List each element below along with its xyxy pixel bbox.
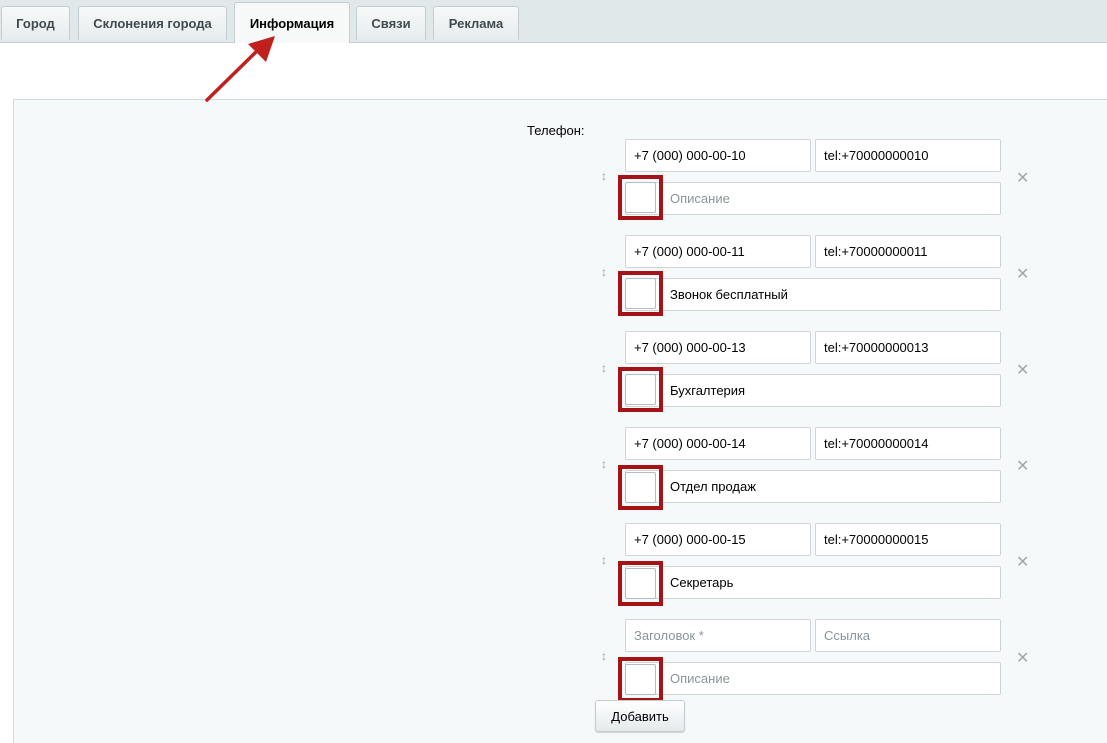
checkbox-highlight <box>618 367 663 412</box>
phone-link-input[interactable] <box>815 139 1001 172</box>
phone-number-input[interactable] <box>625 139 811 172</box>
tab-content-top <box>0 43 1107 99</box>
new-title-input[interactable] <box>625 619 811 652</box>
phone-link-input[interactable] <box>815 331 1001 364</box>
new-description-input[interactable] <box>625 662 1001 695</box>
drag-handle-icon[interactable]: ↕ <box>599 169 609 183</box>
phone-description-input[interactable] <box>625 566 1001 599</box>
drag-handle-icon[interactable]: ↕ <box>599 265 609 279</box>
phone-description-input[interactable] <box>625 278 1001 311</box>
arrow-icon <box>205 36 275 102</box>
phone-description-input[interactable] <box>625 182 1001 215</box>
close-icon[interactable]: ✕ <box>1016 264 1029 284</box>
phone-link-input[interactable] <box>815 235 1001 268</box>
phone-description-input[interactable] <box>625 374 1001 407</box>
phone-number-input[interactable] <box>625 427 811 460</box>
close-icon[interactable]: ✕ <box>1016 360 1029 380</box>
phone-number-input[interactable] <box>625 331 811 364</box>
checkbox[interactable] <box>625 374 656 405</box>
add-button[interactable]: Добавить <box>595 700 685 732</box>
phone-field-label: Телефон: <box>527 123 585 138</box>
checkbox[interactable] <box>625 472 656 503</box>
drag-handle-icon[interactable]: ↕ <box>599 361 609 375</box>
checkbox-highlight <box>618 657 663 702</box>
phone-link-input[interactable] <box>815 523 1001 556</box>
tab-advertising[interactable]: Реклама <box>433 6 519 40</box>
checkbox-highlight <box>618 175 663 220</box>
checkbox-highlight <box>618 561 663 606</box>
drag-handle-icon[interactable]: ↕ <box>599 649 609 663</box>
tab-city-declensions[interactable]: Склонения города <box>78 6 227 40</box>
close-icon[interactable]: ✕ <box>1016 648 1029 668</box>
checkbox[interactable] <box>625 664 656 695</box>
close-icon[interactable]: ✕ <box>1016 168 1029 188</box>
checkbox[interactable] <box>625 278 656 309</box>
close-icon[interactable]: ✕ <box>1016 456 1029 476</box>
tab-bar: Город Склонения города Информация Связи … <box>0 0 1107 43</box>
close-icon[interactable]: ✕ <box>1016 552 1029 572</box>
checkbox-highlight <box>618 465 663 510</box>
phone-number-input[interactable] <box>625 523 811 556</box>
drag-handle-icon[interactable]: ↕ <box>599 553 609 567</box>
tab-links[interactable]: Связи <box>356 6 426 40</box>
checkbox[interactable] <box>625 568 656 599</box>
checkbox[interactable] <box>625 182 656 213</box>
phone-link-input[interactable] <box>815 427 1001 460</box>
checkbox-highlight <box>618 271 663 316</box>
tab-city[interactable]: Город <box>1 6 70 40</box>
phone-number-input[interactable] <box>625 235 811 268</box>
new-link-input[interactable] <box>815 619 1001 652</box>
drag-handle-icon[interactable]: ↕ <box>599 457 609 471</box>
phone-description-input[interactable] <box>625 470 1001 503</box>
